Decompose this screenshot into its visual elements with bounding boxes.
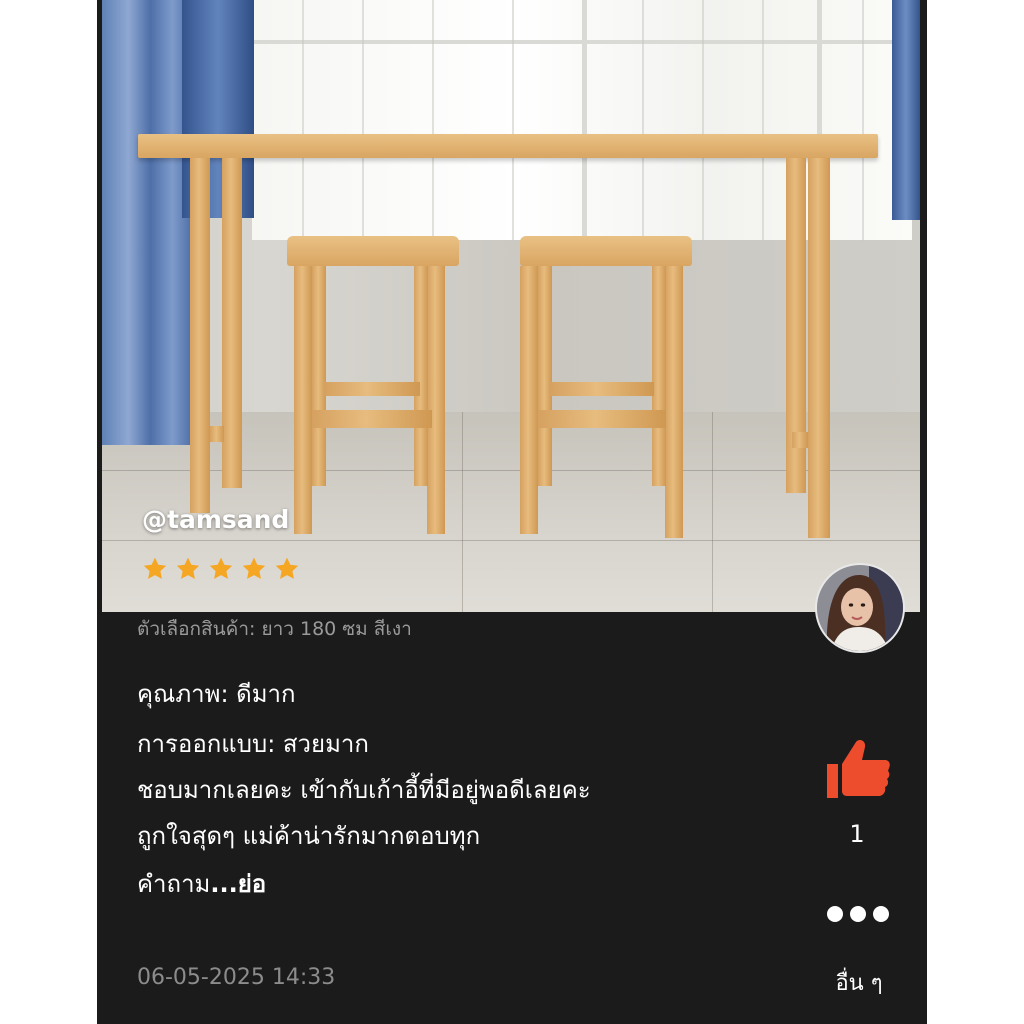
thumbs-up-icon[interactable]: [825, 738, 891, 800]
star-icon: [242, 557, 266, 579]
like-count: 1: [849, 820, 865, 848]
blue-curtain-right: [892, 0, 920, 220]
review-photo[interactable]: @tamsand: [102, 0, 920, 612]
reviewer-avatar[interactable]: [815, 563, 905, 653]
stool-seat: [287, 236, 459, 266]
rating-stars: [142, 556, 300, 582]
table-brace: [792, 432, 808, 448]
quality-rating: คุณภาพ: ดีมาก: [137, 680, 296, 708]
review-card: @tamsand ตัวเลือกสินค้า: ยาว 180 ซม สีเง…: [97, 0, 927, 1024]
floor-tile-line: [102, 540, 920, 541]
dot: [873, 906, 889, 922]
dot: [850, 906, 866, 922]
curtain-fold: [302, 0, 304, 242]
product-variation: ตัวเลือกสินค้า: ยาว 180 ซม สีเงา: [137, 618, 412, 640]
stool-rung: [538, 410, 666, 428]
stool-leg: [652, 266, 666, 486]
table-leg: [222, 158, 242, 488]
stool-leg: [665, 266, 683, 538]
floor-tile-line: [462, 412, 463, 612]
star-icon: [275, 557, 299, 579]
review-timestamp: 06-05-2025 14:33: [137, 965, 336, 990]
stool-leg: [427, 266, 445, 534]
curtain-fold: [862, 0, 864, 242]
stool-rung: [324, 382, 420, 396]
collapse-text-link[interactable]: ...ย่อ: [210, 870, 266, 898]
stool-leg: [520, 266, 538, 534]
blue-curtain-left: [102, 0, 190, 445]
table-leg: [808, 158, 830, 538]
stool-leg: [538, 266, 552, 486]
design-rating: การออกแบบ: สวยมาก: [137, 730, 369, 758]
bar-table-top: [138, 134, 878, 158]
star-icon: [209, 557, 233, 579]
table-brace: [210, 426, 224, 442]
stool-rung: [312, 410, 432, 428]
review-comment-line: ถูกใจสุดๆ แม่ค้าน่ารักมากตอบทุก: [137, 822, 481, 850]
more-options-label[interactable]: อื่น ๆ: [819, 965, 899, 1000]
dot: [827, 906, 843, 922]
stool-leg: [312, 266, 326, 486]
stool-seat: [520, 236, 692, 266]
curtain-fold: [362, 0, 364, 242]
curtain-fold: [432, 0, 434, 242]
star-icon: [143, 557, 167, 579]
curtain-fold: [702, 0, 704, 242]
stool-leg: [414, 266, 428, 486]
curtain-fold: [762, 0, 764, 242]
curtain-fold: [512, 0, 514, 242]
floor-tile-line: [712, 412, 713, 612]
review-comment-text: คำถาม: [137, 870, 211, 898]
stool-rung: [550, 382, 654, 396]
reviewer-username[interactable]: @tamsand: [142, 505, 289, 534]
review-comment-line: คำถาม...ย่อ: [137, 864, 266, 903]
review-comment-line: ชอบมากเลยคะ เข้ากับเก้าอี้ที่มีอยู่พอดีเ…: [137, 776, 591, 804]
table-leg: [190, 158, 210, 513]
curtain-fold: [642, 0, 644, 242]
stool-leg: [294, 266, 312, 534]
more-dots-icon[interactable]: [827, 906, 889, 926]
window-frame: [582, 0, 587, 240]
star-icon: [176, 557, 200, 579]
